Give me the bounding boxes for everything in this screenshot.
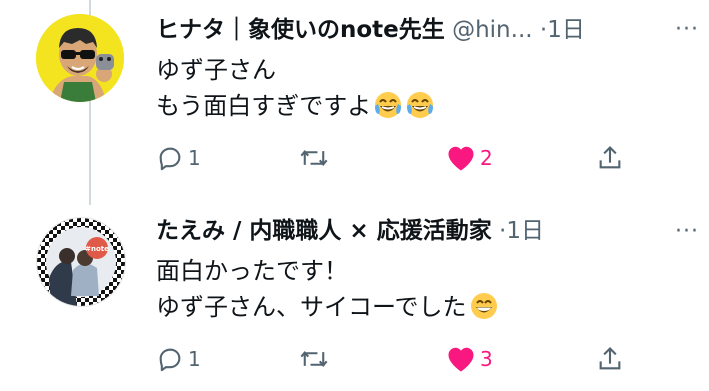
like-button[interactable]: 2 (446, 140, 493, 176)
user-handle[interactable]: @hin... (452, 17, 532, 43)
tweet[interactable]: #note たえみ / 内職職人 × 応援活動家 ·1日 ··· 面白かったです… (0, 205, 709, 391)
tweet-text-line: もう面白すぎですよ (156, 88, 435, 124)
tweet-header: ヒナタ｜象使いのnote先生 @hin... ·1日 (156, 14, 585, 46)
retweet-button[interactable] (299, 140, 333, 176)
more-options-icon[interactable]: ··· (675, 17, 699, 42)
heart-icon (448, 146, 474, 171)
tweet-text-line-content: ゆず子さん、サイコーでした (156, 293, 467, 321)
avatar-badge-text: #note (85, 245, 109, 253)
reply-button[interactable]: 1 (156, 140, 201, 176)
share-icon (599, 347, 621, 370)
tweet-text-line: 面白かったです！ (156, 253, 499, 289)
reply-icon (159, 147, 181, 171)
tweet-text-line: ゆず子さん、サイコーでした (156, 289, 499, 325)
avatar[interactable]: #note (36, 217, 126, 307)
timestamp[interactable]: 1日 (506, 218, 544, 244)
tweet-actions: 1 2 (156, 140, 636, 176)
display-name[interactable]: たえみ / 内職職人 × 応援活動家 (156, 218, 492, 244)
like-button[interactable]: 3 (446, 341, 493, 377)
laughing-crying-emoji (373, 90, 403, 130)
tweet-text: ゆず子さん もう面白すぎですよ (156, 52, 435, 124)
timestamp[interactable]: 1日 (547, 17, 585, 43)
heart-icon (448, 347, 474, 372)
grinning-emoji (469, 291, 499, 331)
tweet-text-line-content: ゆず子さん (156, 56, 276, 84)
reply-icon (159, 348, 181, 372)
reply-button[interactable]: 1 (156, 341, 201, 377)
tweet-text: 面白かったです！ ゆず子さん、サイコーでした (156, 253, 499, 325)
tweet-header: たえみ / 内職職人 × 応援活動家 ·1日 (156, 215, 544, 247)
like-count: 3 (480, 347, 493, 371)
like-count: 2 (480, 146, 493, 170)
tweet-text-line: ゆず子さん (156, 52, 435, 88)
tweet-actions: 1 3 (156, 341, 636, 377)
tweet[interactable]: ヒナタ｜象使いのnote先生 @hin... ·1日 ··· ゆず子さん もう面… (0, 0, 709, 205)
retweet-icon (300, 351, 328, 367)
share-button[interactable] (596, 341, 624, 377)
display-name[interactable]: ヒナタ｜象使いのnote先生 (156, 17, 445, 43)
reply-count: 1 (188, 347, 201, 371)
retweet-icon (300, 150, 328, 166)
share-icon (599, 146, 621, 169)
share-button[interactable] (596, 140, 624, 176)
more-options-icon[interactable]: ··· (675, 219, 699, 244)
avatar-photo: #note (37, 218, 125, 306)
avatar[interactable] (36, 14, 124, 102)
tweet-text-line-content: もう面白すぎですよ (156, 92, 372, 120)
laughing-crying-emoji (405, 90, 435, 130)
tweet-text-line-content: 面白かったです！ (156, 257, 348, 285)
retweet-button[interactable] (299, 341, 333, 377)
avatar-illustration (36, 14, 124, 102)
reply-count: 1 (188, 146, 201, 170)
